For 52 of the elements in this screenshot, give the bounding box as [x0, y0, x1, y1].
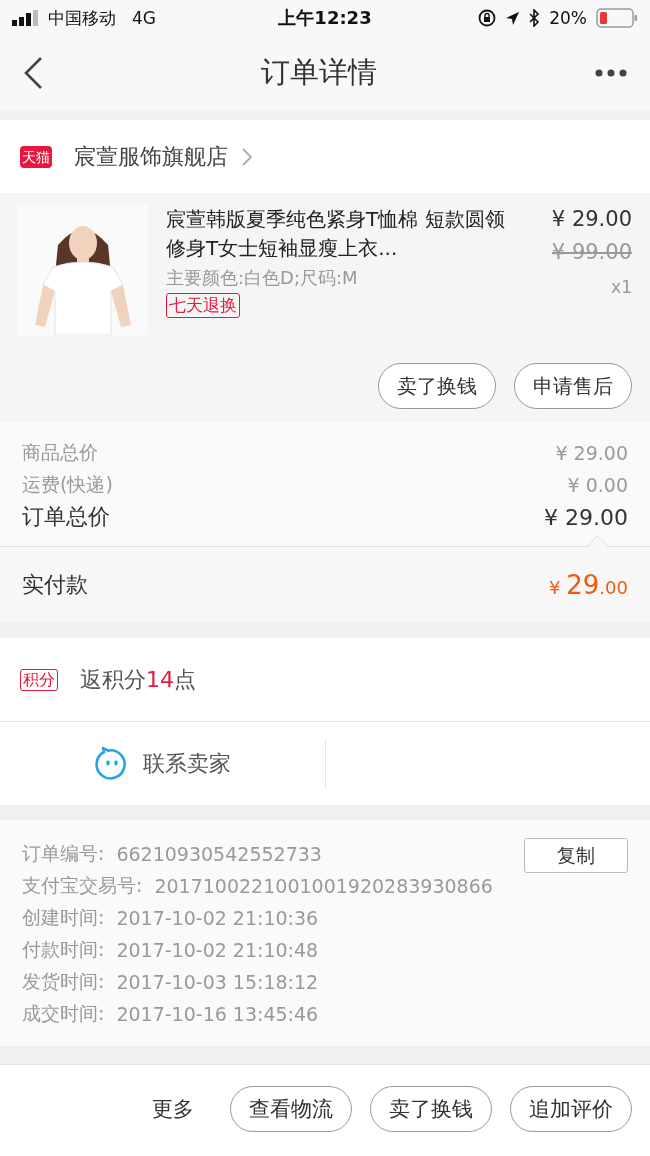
summary-label: 订单总价	[22, 503, 110, 531]
product-sku: 主要颜色:白色D;尺码:M	[166, 266, 359, 290]
info-label: 付款时间:	[22, 937, 105, 962]
paid-amount: ¥ 29.00	[549, 569, 628, 600]
summary-label: 运费(快递)	[22, 472, 113, 497]
contact-seller-button[interactable]: 联系卖家	[94, 746, 231, 781]
copy-button[interactable]: 复制	[524, 838, 628, 873]
original-price: ¥ 99.00	[551, 239, 632, 266]
more-button[interactable]: 更多	[152, 1094, 194, 1123]
info-label: 订单编号:	[22, 841, 105, 866]
summary-value: ¥ 29.00	[544, 504, 628, 530]
action-button[interactable]: 申请售后	[514, 363, 632, 409]
back-button[interactable]	[22, 56, 44, 90]
signal-icon	[12, 10, 40, 26]
product-quantity: x1	[611, 277, 632, 297]
info-label: 成交时间:	[22, 1001, 105, 1026]
action-button[interactable]: 卖了换钱	[378, 363, 496, 409]
points-text: 返积分14点	[80, 665, 196, 694]
info-value: 2017-10-16 13:45:46	[116, 1003, 319, 1025]
info-value: 2017100221001001920283930866	[154, 875, 493, 897]
info-value: 66210930542552733	[116, 843, 322, 865]
tmall-badge: 天猫	[20, 145, 52, 168]
info-value: 2017-10-02 21:10:36	[116, 907, 319, 929]
battery-icon	[596, 8, 638, 28]
network-type: 4G	[132, 8, 156, 28]
chat-bubble-icon	[94, 746, 129, 781]
location-arrow-icon	[505, 10, 521, 26]
shop-name-link[interactable]: 宸萱服饰旗舰店	[74, 141, 252, 172]
bluetooth-icon	[529, 9, 541, 27]
page-title: 订单详情	[261, 54, 377, 91]
status-time: 上午12:23	[278, 6, 372, 30]
action-button[interactable]: 卖了换钱	[370, 1085, 492, 1132]
chevron-right-icon	[242, 147, 252, 166]
summary-value: ¥ 29.00	[555, 442, 628, 464]
points-badge: 积分	[20, 668, 58, 691]
info-label: 创建时间:	[22, 905, 105, 930]
info-value: 2017-10-03 15:18:12	[116, 971, 319, 993]
summary-label: 商品总价	[22, 440, 98, 465]
rotation-lock-icon	[478, 9, 497, 27]
summary-value: ¥ 0.00	[567, 474, 628, 496]
more-icon[interactable]	[594, 68, 628, 78]
paid-label: 实付款	[22, 570, 88, 599]
action-button[interactable]: 查看物流	[230, 1085, 352, 1132]
action-button[interactable]: 追加评价	[510, 1085, 632, 1132]
carrier-name: 中国移动	[48, 6, 116, 30]
return-policy-tag: 七天退换	[166, 293, 240, 318]
info-label: 支付宝交易号:	[22, 873, 143, 898]
info-label: 发货时间:	[22, 969, 105, 994]
product-title[interactable]: 宸萱韩版夏季纯色紧身T恤棉 短款圆领修身T女士短袖显瘦上衣...	[166, 205, 514, 263]
battery-percent: 20%	[549, 8, 587, 28]
info-value: 2017-10-02 21:10:48	[116, 939, 319, 961]
product-price: ¥ 29.00	[551, 206, 632, 233]
